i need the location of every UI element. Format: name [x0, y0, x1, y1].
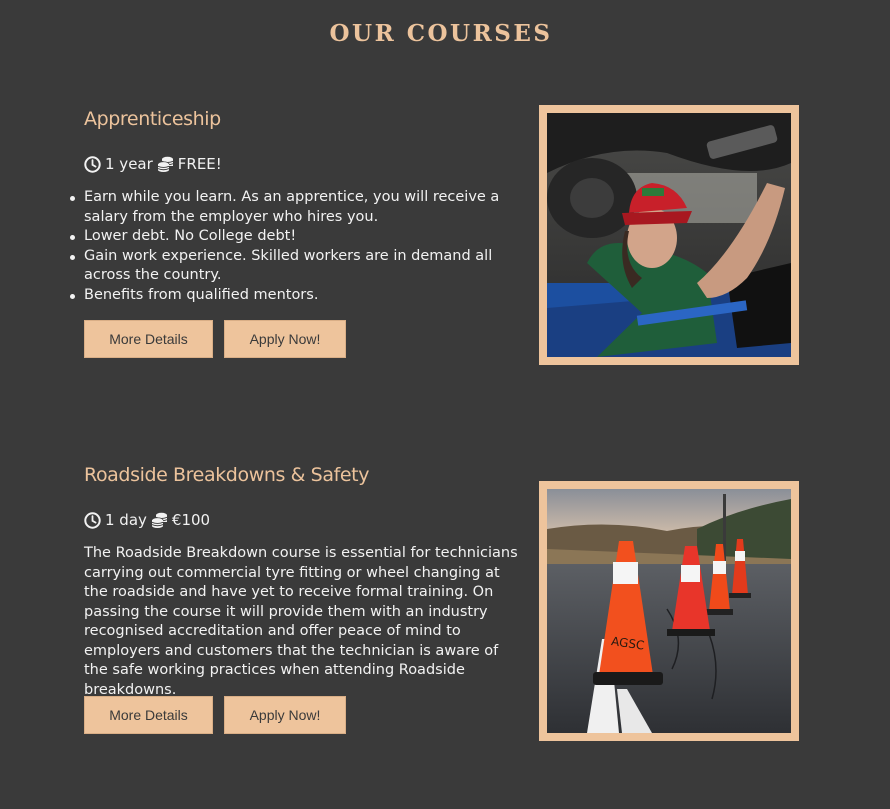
course-meta: 1 year FREE! — [84, 155, 222, 173]
list-item: Lower debt. No College debt! — [70, 227, 524, 247]
more-details-button[interactable]: More Details — [84, 696, 213, 734]
more-details-button[interactable]: More Details — [84, 320, 213, 358]
course-description: The Roadside Breakdown course is essenti… — [84, 545, 518, 698]
course-title: Apprenticeship — [84, 108, 221, 130]
course-duration: 1 day — [105, 511, 147, 529]
course-price: FREE! — [177, 155, 222, 173]
traffic-cones-photo: AGSC — [547, 489, 791, 733]
clock-icon — [84, 155, 101, 173]
clock-icon — [84, 511, 101, 529]
page-title: OUR COURSES — [329, 20, 553, 47]
course-image-frame — [539, 105, 799, 365]
course-meta: 1 day €100 — [84, 511, 210, 529]
coins-icon — [157, 156, 174, 172]
course-price: €100 — [171, 511, 211, 529]
apply-now-button[interactable]: Apply Now! — [224, 320, 346, 358]
course-duration: 1 year — [105, 155, 153, 173]
apprentice-mechanic-photo — [547, 113, 791, 357]
apply-now-button[interactable]: Apply Now! — [224, 696, 346, 734]
list-item: Gain work experience. Skilled workers ar… — [70, 247, 524, 286]
list-item: Earn while you learn. As an apprentice, … — [70, 188, 524, 227]
course-benefits-list: Earn while you learn. As an apprentice, … — [70, 188, 524, 306]
course-image-frame: AGSC — [539, 481, 799, 741]
coins-icon — [151, 512, 168, 528]
course-text-block: Roadside Breakdowns & Safety 1 day €100 … — [84, 464, 529, 698]
course-text-block: Apprenticeship 1 year FREE! Earn while y… — [70, 108, 529, 303]
course-title: Roadside Breakdowns & Safety — [84, 464, 370, 486]
list-item: Benefits from qualified mentors. — [70, 286, 524, 306]
